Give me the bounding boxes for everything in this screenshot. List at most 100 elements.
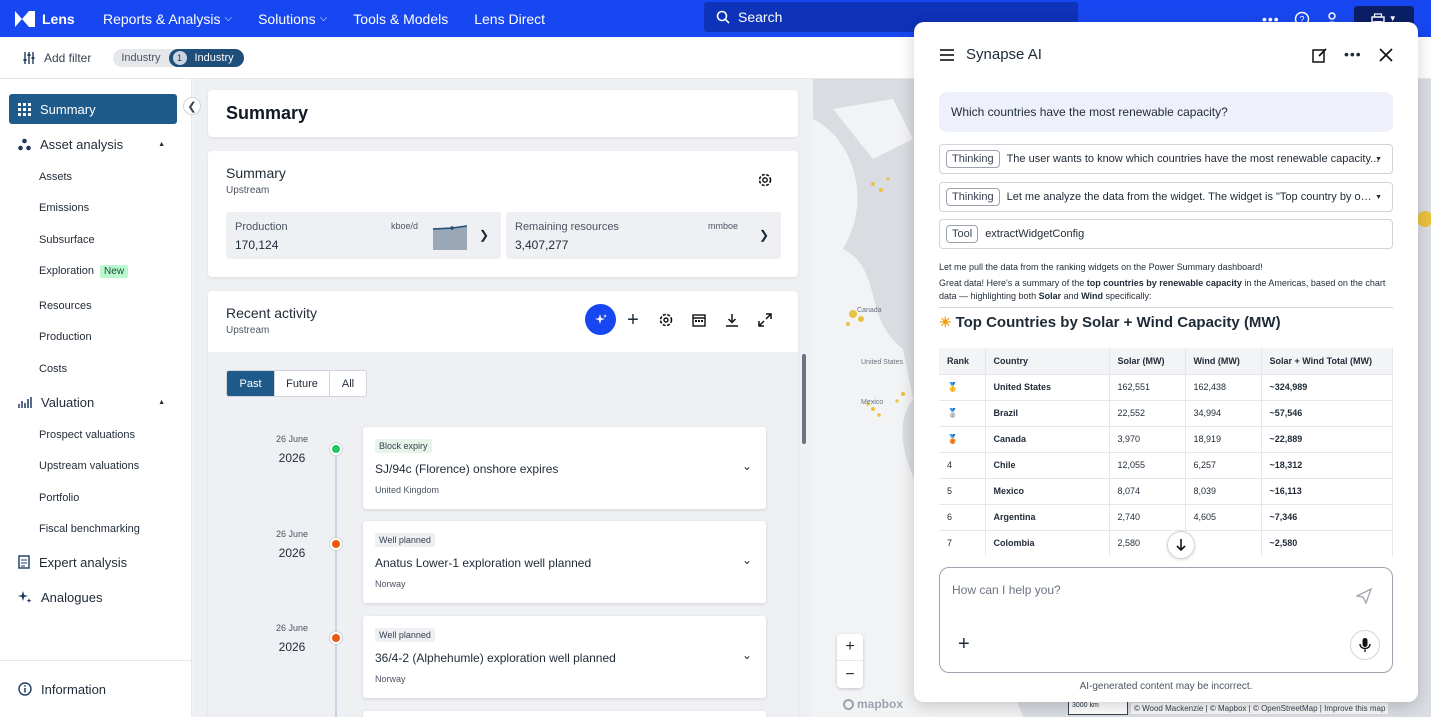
main-scrollbar[interactable] <box>802 354 806 444</box>
attach-button[interactable]: + <box>958 634 970 654</box>
event-title: SJ/94c (Florence) onshore expires <box>375 462 559 476</box>
production-tile[interactable]: Production kboe/d 170,124 ❯ <box>226 212 501 259</box>
nav-tools-models[interactable]: Tools & Models <box>347 11 454 27</box>
chevron-down-icon[interactable]: ⌄ <box>742 459 752 473</box>
settings-button[interactable] <box>655 309 677 331</box>
sidebar-sub-assets[interactable]: Assets <box>39 171 72 183</box>
caret-up-icon: ▲ <box>158 140 165 148</box>
sidebar-sub-resources[interactable]: Resources <box>39 300 92 312</box>
sidebar-sub-costs[interactable]: Costs <box>39 363 67 375</box>
chevron-right-icon: ❯ <box>479 228 490 242</box>
chevron-down-icon: ⌵ <box>224 13 233 24</box>
country-cell: Brazil <box>985 399 1110 426</box>
value-cell: 6,257 <box>1185 451 1262 478</box>
remaining-value: 3,407,277 <box>515 238 569 252</box>
value-cell: ~18,312 <box>1261 451 1393 478</box>
sidebar-item-information[interactable]: Information <box>9 674 177 704</box>
table-row: 5 Mexico 8,074 8,039 ~16,113 <box>939 477 1393 504</box>
grid-icon <box>18 102 31 116</box>
ai-sparkle-button[interactable] <box>585 304 616 335</box>
tab-past[interactable]: Past <box>227 371 274 396</box>
sidebar: Summary Asset analysis ▲ Assets Emission… <box>0 79 192 717</box>
sidebar-sub-portfolio[interactable]: Portfolio <box>39 492 79 504</box>
country-cell: United States <box>985 373 1110 400</box>
mapbox-text: mapbox <box>857 697 904 711</box>
sidebar-item-label: Asset analysis <box>40 136 124 152</box>
sidebar-item-valuation[interactable]: Valuation ▲ <box>9 387 177 417</box>
document-icon <box>18 555 30 569</box>
sidebar-item-expert-analysis[interactable]: Expert analysis <box>9 547 177 577</box>
remaining-resources-tile[interactable]: Remaining resources mmboe 3,407,277 ❯ <box>506 212 781 259</box>
industry-filter-chip[interactable]: Industry 1 Industry <box>113 48 244 67</box>
table-row: 🥈 Brazil 22,552 34,994 ~57,546 <box>939 399 1393 426</box>
calendar-button[interactable] <box>688 309 710 331</box>
chevron-down-icon[interactable]: ⌄ <box>742 648 752 662</box>
nav-lens-direct[interactable]: Lens Direct <box>468 11 551 27</box>
event-status-dot <box>330 443 342 455</box>
map-label-united-states: United States <box>861 359 904 366</box>
value-cell: 3,970 <box>1109 425 1186 452</box>
sidebar-sub-subsurface[interactable]: Subsurface <box>39 234 95 246</box>
event-status-dot <box>330 538 342 550</box>
event-status-dot <box>330 632 342 644</box>
lens-logo-icon <box>15 10 35 27</box>
add-filter-button[interactable]: Add filter <box>22 51 91 65</box>
rank-cell: 🥇 <box>939 373 986 400</box>
value-cell: 4,605 <box>1185 503 1262 530</box>
gear-icon[interactable] <box>756 171 774 189</box>
value-cell: ~16,113 <box>1261 477 1393 504</box>
tab-future[interactable]: Future <box>274 371 329 396</box>
event-country: United Kingdom <box>375 485 440 495</box>
mapbox-logo[interactable]: mapbox <box>843 697 903 711</box>
expand-button[interactable] <box>754 309 776 331</box>
plus-icon: + <box>627 309 639 331</box>
nav-solutions[interactable]: Solutions ⌵ <box>252 11 333 27</box>
plus-icon: + <box>958 633 970 655</box>
zoom-in-button[interactable]: + <box>837 634 863 661</box>
sidebar-sub-production[interactable]: Production <box>39 331 92 343</box>
sidebar-sub-fiscal-benchmarking[interactable]: Fiscal benchmarking <box>39 523 140 535</box>
sidebar-item-analogues[interactable]: Analogues <box>9 582 177 612</box>
event-tag: Well planned <box>375 628 435 642</box>
zoom-out-button[interactable]: − <box>837 661 863 688</box>
chat-input[interactable]: How can I help you? <box>952 583 1061 597</box>
nav-label: Tools & Models <box>353 10 449 27</box>
send-icon[interactable] <box>1356 588 1372 604</box>
event-tag: Block expiry <box>375 439 432 453</box>
activity-header: Recent activity Upstream + <box>208 291 798 352</box>
sidebar-divider <box>0 660 192 661</box>
sidebar-sub-upstream-valuations[interactable]: Upstream valuations <box>39 460 139 472</box>
table-row: 4 Chile 12,055 6,257 ~18,312 <box>939 451 1393 478</box>
summary-card: Summary Upstream Production kboe/d 170,1… <box>208 151 798 277</box>
search-placeholder: Search <box>738 9 783 25</box>
recent-activity-card: Recent activity Upstream + Past Future A… <box>208 291 798 717</box>
scroll-down-button[interactable] <box>1167 531 1195 559</box>
event-card[interactable]: Block expiry SJ/94c (Florence) onshore e… <box>363 427 766 509</box>
event-card[interactable]: Well planned Anatus Lower-1 exploration … <box>363 521 766 603</box>
lens-logo[interactable]: Lens <box>14 10 84 28</box>
page-title-card: Summary <box>208 90 798 137</box>
download-button[interactable] <box>721 309 743 331</box>
microphone-icon <box>1359 638 1371 652</box>
rank-cell: 5 <box>939 477 986 504</box>
sidebar-sub-emissions[interactable]: Emissions <box>39 202 89 214</box>
sidebar-sub-prospect-valuations[interactable]: Prospect valuations <box>39 429 135 441</box>
remaining-unit: mmboe <box>708 221 739 231</box>
logo-text: Lens <box>42 10 75 27</box>
col-header: Solar + Wind Total (MW) <box>1261 348 1393 374</box>
microphone-button[interactable] <box>1350 630 1380 660</box>
nav-reports-analysis[interactable]: Reports & Analysis ⌵ <box>97 11 238 27</box>
sidebar-sub-exploration[interactable]: Exploration New <box>39 265 129 278</box>
chevron-down-icon[interactable]: ⌄ <box>742 553 752 567</box>
caret-up-icon: ▲ <box>158 398 165 406</box>
production-value: 170,124 <box>235 238 279 252</box>
collapse-sidebar-button[interactable]: ❮ <box>183 97 201 115</box>
sidebar-item-summary[interactable]: Summary <box>9 94 177 124</box>
map-attribution[interactable]: © Wood Mackenzie | © Mapbox | © OpenStre… <box>1131 703 1389 714</box>
event-country: Norway <box>375 674 406 684</box>
event-card[interactable]: Well planned 36/4-2 (Alphehumle) explora… <box>363 616 766 698</box>
sidebar-item-asset-analysis[interactable]: Asset analysis ▲ <box>9 129 177 159</box>
chip-count: 1 <box>172 50 187 65</box>
add-button[interactable]: + <box>622 309 644 331</box>
tab-all[interactable]: All <box>329 371 366 396</box>
